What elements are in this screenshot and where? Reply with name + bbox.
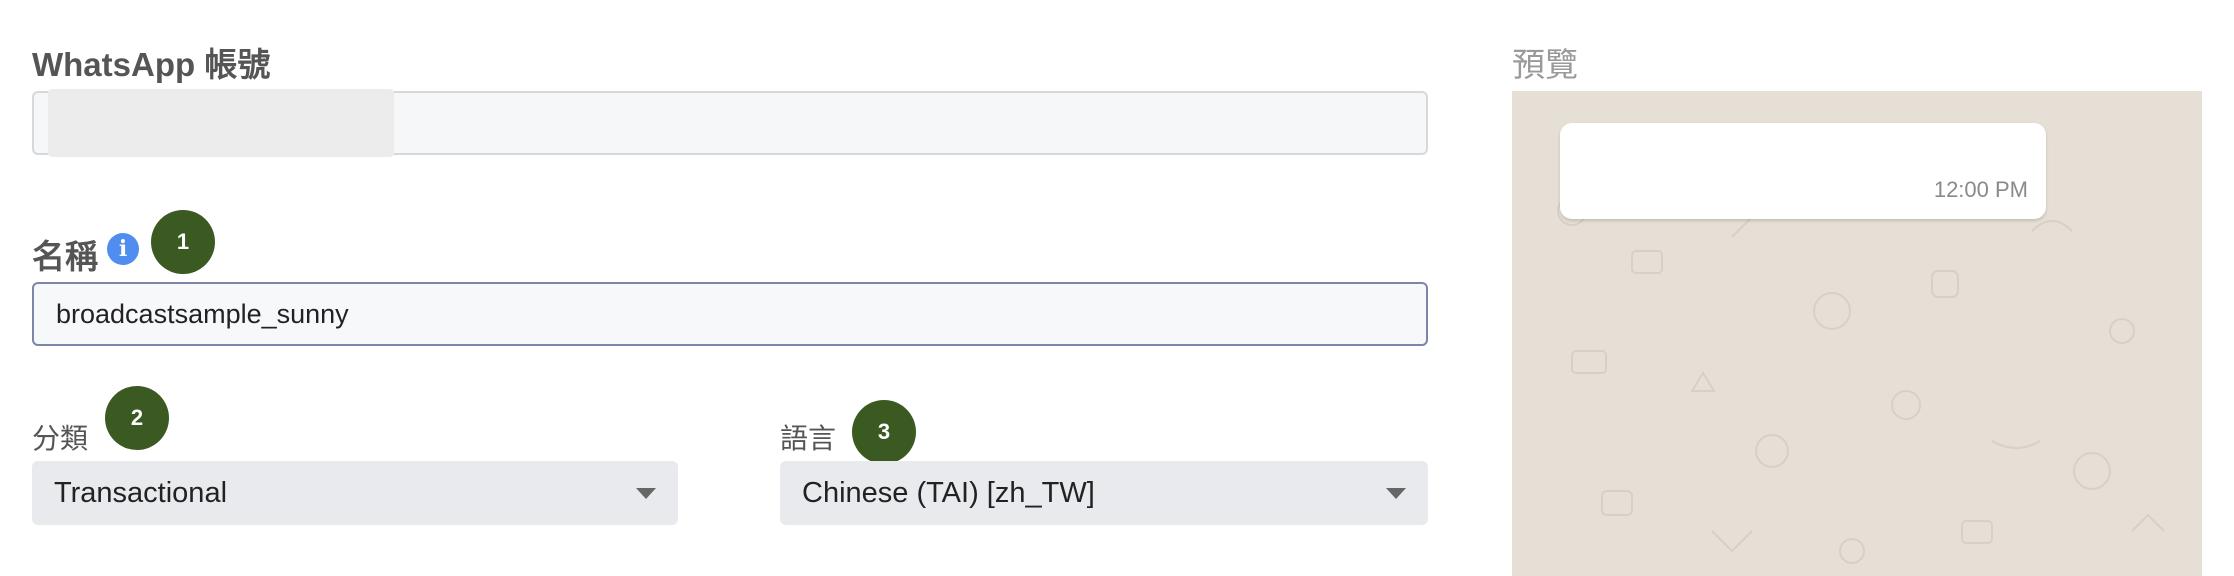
name-input[interactable]: broadcastsample_sunny bbox=[32, 282, 1428, 346]
name-label: 名稱 bbox=[32, 238, 98, 275]
message-time: 12:00 PM bbox=[1933, 177, 2028, 202]
whatsapp-account-label: WhatsApp 帳號 bbox=[32, 46, 271, 83]
step-badge-1: 1 bbox=[151, 210, 215, 274]
chevron-down-icon bbox=[636, 487, 656, 499]
category-label: 分類 bbox=[32, 423, 89, 454]
preview-label: 預覽 bbox=[1512, 46, 1578, 83]
language-select[interactable]: Chinese (TAI) [zh_TW] bbox=[780, 461, 1428, 525]
category-value: Transactional bbox=[54, 476, 228, 509]
account-value-redacted bbox=[48, 89, 394, 157]
info-icon[interactable]: i bbox=[107, 233, 139, 265]
language-label: 語言 bbox=[780, 423, 837, 454]
language-value: Chinese (TAI) [zh_TW] bbox=[802, 476, 1095, 509]
category-select[interactable]: Transactional bbox=[32, 461, 678, 525]
chevron-down-icon bbox=[1386, 487, 1406, 499]
preview-panel: 12:00 PM bbox=[1512, 91, 2202, 576]
message-bubble: 12:00 PM bbox=[1560, 123, 2046, 219]
whatsapp-account-field[interactable] bbox=[32, 89, 1428, 157]
step-badge-3: 3 bbox=[852, 400, 916, 464]
step-badge-2: 2 bbox=[105, 386, 169, 450]
